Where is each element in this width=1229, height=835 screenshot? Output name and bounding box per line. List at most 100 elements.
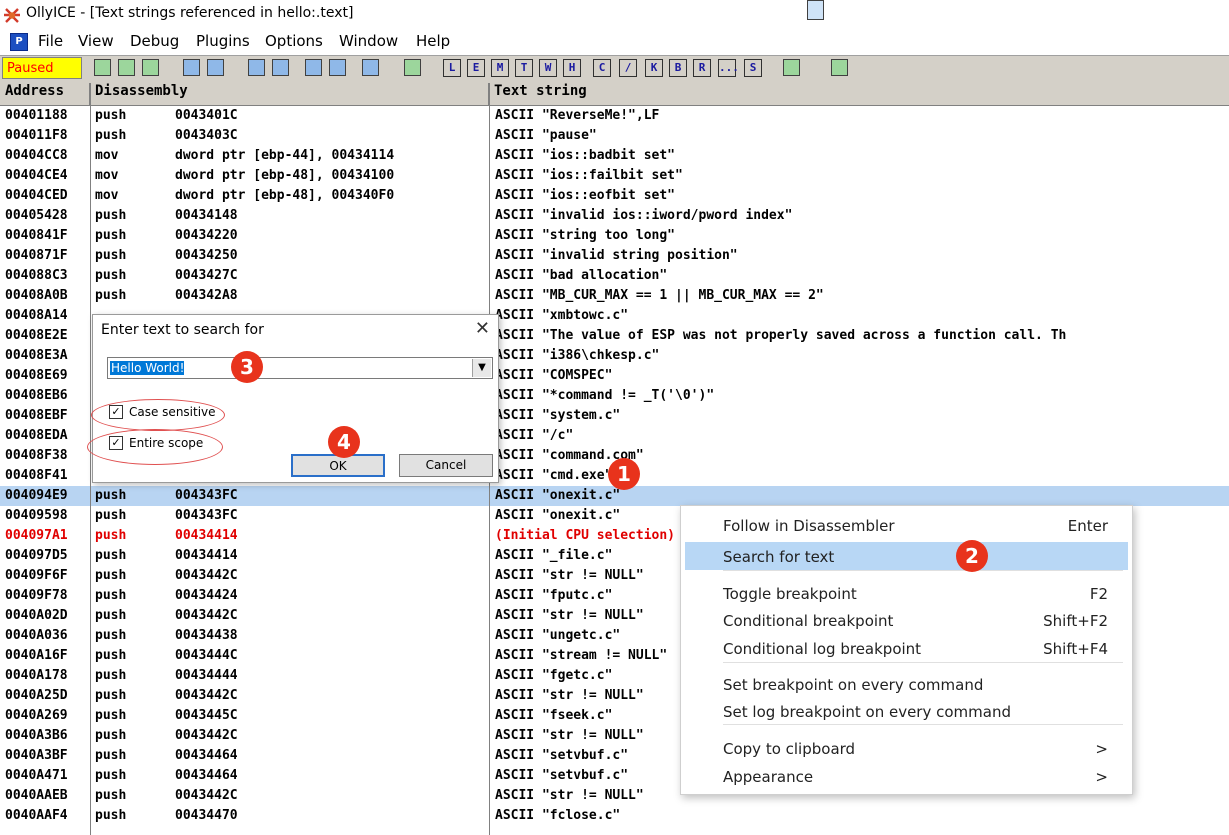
row-text-string: ASCII "pause" [495,128,597,143]
execute-till-return-icon[interactable] [362,59,379,76]
handles-button[interactable]: H [563,59,581,77]
title-bar: OllyICE - [Text strings referenced in he… [0,0,1229,30]
row-text-string: ASCII "xmbtowc.c" [495,308,629,323]
table-row[interactable]: 004094E9 push 004343FC ASCII "onexit.c" [0,486,1229,506]
row-opcode: mov [95,168,119,183]
close-icon[interactable]: ✕ [475,318,490,339]
header-disassembly[interactable]: Disassembly [90,83,489,105]
pause-icon[interactable] [207,59,224,76]
row-opcode: push [95,488,127,503]
row-operand: 00434464 [175,768,238,783]
menu-item-label: Search for text [723,548,835,566]
run-trace-button[interactable]: ... [718,59,739,77]
references-button[interactable]: R [693,59,711,77]
row-address: 00409F6F [5,568,68,583]
header-text-string[interactable]: Text string [489,83,1229,105]
memory-button[interactable]: M [491,59,509,77]
entire-scope-label: Entire scope [129,436,204,450]
table-row[interactable]: 00404CE4 mov dword ptr [ebp-48], 00434100 A… [0,166,1229,186]
go-to-icon[interactable] [404,59,421,76]
olly-menu-icon[interactable]: P [10,33,28,51]
column-divider [90,83,91,835]
menu-item-label: Set breakpoint on every command [723,676,984,694]
patches-button[interactable]: / [619,59,637,77]
source-button[interactable]: S [744,59,762,77]
list-icon[interactable] [783,59,800,76]
close-program-icon[interactable] [142,59,159,76]
windows-button[interactable]: W [539,59,557,77]
cpu-button[interactable]: C [593,59,611,77]
case-sensitive-checkbox[interactable]: ✓ [109,405,123,419]
row-operand: 004343FC [175,508,238,523]
context-menu-item[interactable]: Set breakpoint on every command [685,670,1128,698]
row-operand: 00434464 [175,748,238,763]
search-input[interactable]: ▼ [107,357,493,379]
table-row[interactable]: 004088C3 push 0043427C ASCII "bad allocatio… [0,266,1229,286]
row-text-string: ASCII "ios::failbit set" [495,168,683,183]
menu-item-shortcut: Shift+F2 [1043,612,1108,630]
table-row[interactable]: 00404CC8 mov dword ptr [ebp-44], 00434114 A… [0,146,1229,166]
step-badge-3: 3 [231,351,263,383]
submenu-chevron-icon: > [1095,768,1108,786]
menu-help[interactable]: Help [416,32,450,50]
menu-debug[interactable]: Debug [130,32,179,50]
row-address: 004011F8 [5,128,68,143]
menu-view[interactable]: View [78,32,114,50]
search-text-field[interactable] [109,359,473,377]
step-badge-1: 1 [608,458,640,490]
ok-button[interactable]: OK [291,454,385,477]
call-stack-button[interactable]: K [645,59,663,77]
row-opcode: push [95,508,127,523]
run-icon[interactable] [183,59,200,76]
restart-icon[interactable] [118,59,135,76]
modules-button[interactable]: E [467,59,485,77]
row-address: 00401188 [5,108,68,123]
context-menu-item[interactable]: Search for text [685,542,1128,570]
menu-options[interactable]: Options [265,32,323,50]
context-menu-item[interactable]: Set log breakpoint on every command [685,697,1128,725]
row-text-string: ASCII "invalid string position" [495,248,738,263]
menu-plugins[interactable]: Plugins [196,32,250,50]
threads-button[interactable]: T [515,59,533,77]
table-row[interactable]: 00401188 push 0043401C ASCII "ReverseMe!",L… [0,106,1229,126]
chevron-down-icon[interactable]: ▼ [472,359,491,377]
row-operand: 0043444C [175,648,238,663]
context-menu-item[interactable]: Copy to clipboard > [685,734,1128,762]
context-menu-item[interactable]: Follow in Disassembler Enter [685,511,1128,539]
help-icon[interactable] [831,59,848,76]
cancel-button[interactable]: Cancel [399,454,493,477]
context-menu-item[interactable]: Appearance > [685,762,1128,790]
trace-into-icon[interactable] [305,59,322,76]
log-window-button[interactable]: L [443,59,461,77]
trace-over-icon[interactable] [329,59,346,76]
menu-item-label: Toggle breakpoint [723,585,857,603]
table-row[interactable]: 00404CED mov dword ptr [ebp-48], 004340F0 A… [0,186,1229,206]
row-text-string: ASCII "*command != _T('\0')" [495,388,715,403]
step-into-icon[interactable] [248,59,265,76]
header-address[interactable]: Address [0,83,90,105]
menu-window[interactable]: Window [339,32,398,50]
table-row[interactable]: 004011F8 push 0043403C ASCII "pause" [0,126,1229,146]
context-menu-item[interactable]: Conditional breakpoint Shift+F2 [685,606,1128,634]
table-row[interactable]: 0040AAF4 push 00434470 ASCII "fclose.c" [0,806,1229,826]
row-operand: 0043442C [175,728,238,743]
open-icon[interactable] [94,59,111,76]
row-opcode: push [95,788,127,803]
row-operand: 0043427C [175,268,238,283]
row-opcode: push [95,208,127,223]
row-operand: 00434220 [175,228,238,243]
menu-item-label: Set log breakpoint on every command [723,703,1011,721]
menu-file[interactable]: File [38,32,63,50]
appearance-icon[interactable] [807,0,824,20]
table-row[interactable]: 0040871F push 00434250 ASCII "invalid strin… [0,246,1229,266]
entire-scope-checkbox[interactable]: ✓ [109,436,123,450]
row-opcode: mov [95,188,119,203]
context-menu-item[interactable]: Toggle breakpoint F2 [685,579,1128,607]
context-menu-item[interactable]: Conditional log breakpoint Shift+F4 [685,634,1128,662]
breakpoints-button[interactable]: B [669,59,687,77]
row-opcode: push [95,748,127,763]
table-row[interactable]: 00405428 push 00434148 ASCII "invalid ios::… [0,206,1229,226]
table-row[interactable]: 00408A0B push 004342A8 ASCII "MB_CUR_MAX ==… [0,286,1229,306]
table-row[interactable]: 0040841F push 00434220 ASCII "string too lo… [0,226,1229,246]
step-over-icon[interactable] [272,59,289,76]
